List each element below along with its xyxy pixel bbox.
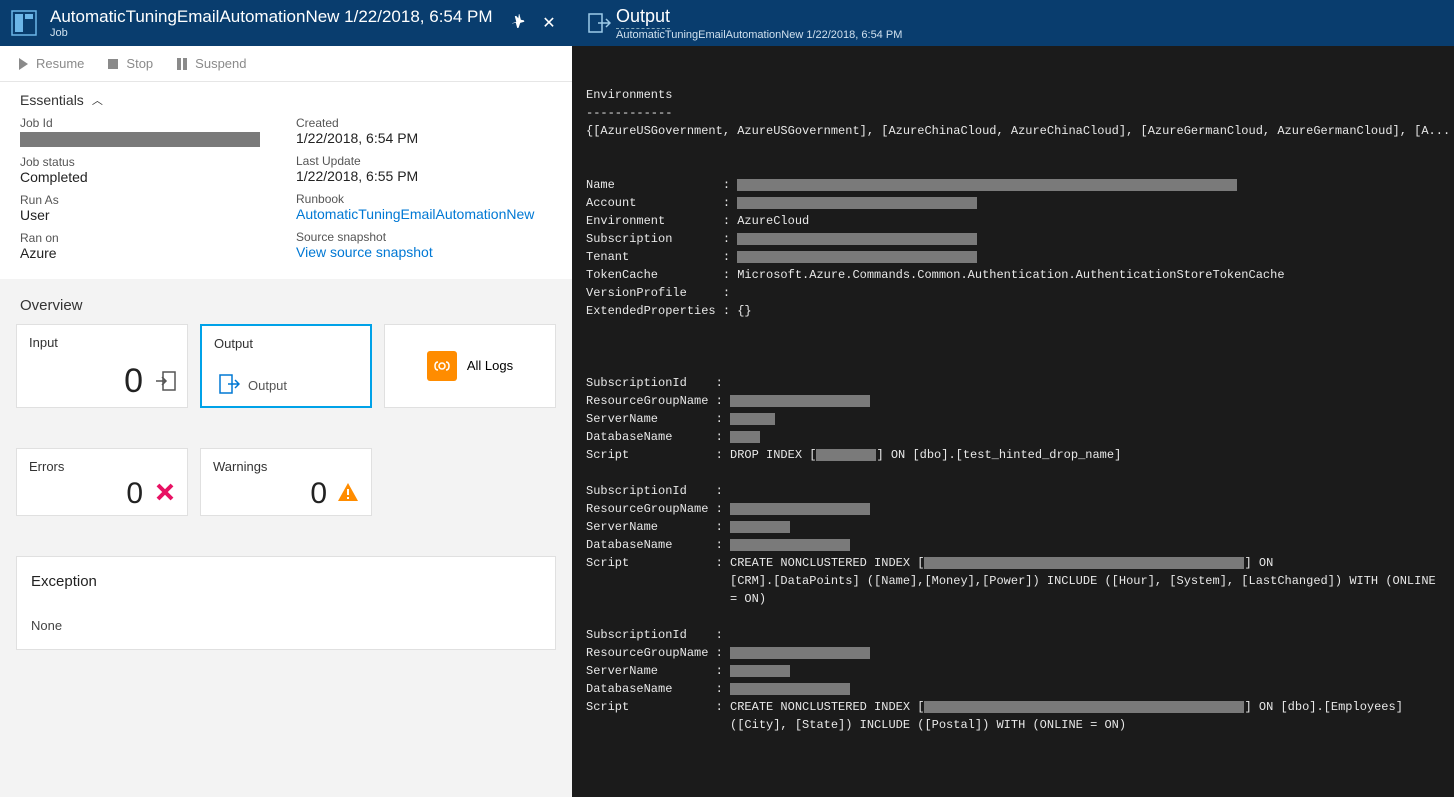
snapshot-link[interactable]: View source snapshot [296, 244, 552, 260]
errors-tile[interactable]: Errors 0 [16, 448, 188, 516]
runbook-icon [8, 7, 40, 39]
suspend-button[interactable]: Suspend [175, 56, 246, 71]
status-value: Completed [20, 169, 276, 185]
input-tile-value: 0 [124, 362, 143, 401]
runbook-label: Runbook [296, 192, 552, 206]
essentials-toggle[interactable]: Essentials ︿ [0, 82, 572, 116]
stop-icon [106, 57, 120, 71]
input-tile[interactable]: Input 0 [16, 324, 188, 408]
output-icon [218, 373, 240, 398]
alllogs-tile[interactable]: All Logs [384, 324, 556, 408]
blade-title: AutomaticTuningEmailAutomationNew 1/22/2… [50, 7, 504, 27]
lastupdate-value: 1/22/2018, 6:55 PM [296, 168, 552, 184]
warnings-value: 0 [310, 477, 327, 511]
output-blade-header: Output AutomaticTuningEmailAutomationNew… [572, 0, 1454, 46]
chevron-up-icon: ︿ [92, 92, 103, 108]
logs-icon [427, 351, 457, 381]
stop-button[interactable]: Stop [106, 56, 153, 71]
runas-value: User [20, 207, 276, 223]
pause-icon [175, 57, 189, 71]
warnings-tile[interactable]: Warnings 0 [200, 448, 372, 516]
exception-tile[interactable]: Exception None [16, 556, 556, 650]
essentials-panel: Job Id Job status Completed Run As User … [0, 116, 572, 279]
input-tile-title: Input [29, 335, 175, 350]
warning-icon [337, 482, 359, 505]
output-tile-title: Output [214, 336, 358, 351]
warnings-title: Warnings [213, 459, 359, 474]
created-value: 1/22/2018, 6:54 PM [296, 130, 552, 146]
output-tile-sub: Output [248, 378, 287, 393]
jobid-label: Job Id [20, 116, 276, 130]
overview-heading: Overview [10, 293, 562, 324]
runbook-link[interactable]: AutomaticTuningEmailAutomationNew [296, 206, 552, 222]
output-header-icon [582, 11, 616, 35]
created-label: Created [296, 116, 552, 130]
errors-value: 0 [126, 477, 143, 511]
blade-header: AutomaticTuningEmailAutomationNew 1/22/2… [0, 0, 572, 46]
runas-label: Run As [20, 193, 276, 207]
error-icon [155, 482, 175, 505]
alllogs-label: All Logs [467, 358, 513, 373]
output-console[interactable]: Environments ------------ {[AzureUSGover… [572, 46, 1454, 797]
toolbar: Resume Stop Suspend [0, 46, 572, 82]
jobid-value [20, 130, 276, 147]
pin-button[interactable] [504, 14, 534, 33]
lastupdate-label: Last Update [296, 154, 552, 168]
ranon-label: Ran on [20, 231, 276, 245]
play-icon [16, 57, 30, 71]
blade-subtitle: Job [50, 27, 504, 39]
input-icon [155, 370, 177, 395]
snapshot-label: Source snapshot [296, 230, 552, 244]
errors-title: Errors [29, 459, 175, 474]
status-label: Job status [20, 155, 276, 169]
close-button[interactable]: ✕ [534, 13, 564, 33]
output-blade-subtitle: AutomaticTuningEmailAutomationNew 1/22/2… [616, 29, 902, 41]
resume-button[interactable]: Resume [16, 56, 84, 71]
output-tile[interactable]: Output Output [200, 324, 372, 408]
output-blade-title: Output [616, 6, 670, 29]
exception-title: Exception [31, 573, 541, 590]
ranon-value: Azure [20, 245, 276, 261]
exception-value: None [31, 618, 541, 633]
